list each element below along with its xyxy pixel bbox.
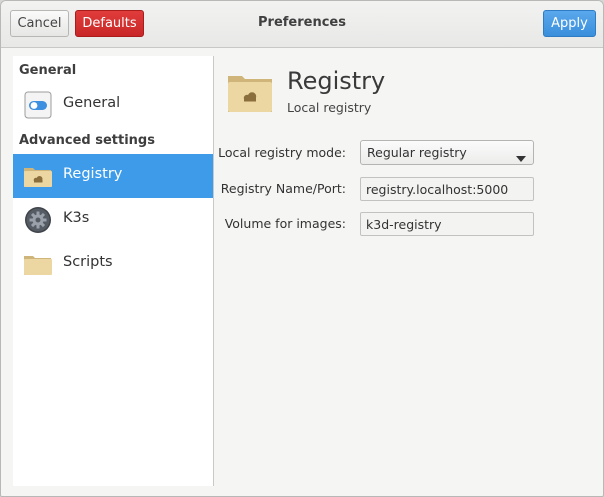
registry-name-port-input[interactable] xyxy=(360,177,534,201)
volume-for-images-input[interactable] xyxy=(360,212,534,236)
sidebar-item-label: General xyxy=(63,95,121,111)
sidebar-item-scripts[interactable]: Scripts xyxy=(13,242,213,286)
folder-icon xyxy=(23,249,53,279)
volume-for-images-label: Volume for images: xyxy=(224,216,346,231)
sidebar: General General Advanced settings Regist… xyxy=(13,56,214,486)
chevron-down-icon xyxy=(516,150,526,162)
sidebar-item-label: K3s xyxy=(63,210,90,226)
defaults-button[interactable]: Defaults xyxy=(75,10,144,37)
sidebar-section-advanced: Advanced settings xyxy=(19,133,155,148)
toggle-switch-icon xyxy=(23,90,53,120)
sidebar-item-registry[interactable]: Registry xyxy=(13,154,213,198)
apply-button[interactable]: Apply xyxy=(543,10,596,37)
sidebar-item-label: Registry xyxy=(63,166,123,182)
folder-cloud-icon xyxy=(23,161,53,191)
settings-panel: Registry Local registry Local registry m… xyxy=(214,56,592,486)
gear-icon xyxy=(23,205,53,235)
registry-mode-value: Regular registry xyxy=(367,145,467,160)
page-subtitle: Local registry xyxy=(287,100,372,115)
sidebar-item-label: Scripts xyxy=(63,254,113,270)
sidebar-section-general: General xyxy=(19,63,77,78)
sidebar-item-k3s[interactable]: K3s xyxy=(13,198,213,242)
registry-mode-dropdown[interactable]: Regular registry xyxy=(360,140,534,165)
cancel-button[interactable]: Cancel xyxy=(10,10,69,37)
preferences-window: Cancel Defaults Preferences Apply Genera… xyxy=(0,0,604,497)
sidebar-item-general[interactable]: General xyxy=(13,83,213,127)
registry-mode-label: Local registry mode: xyxy=(218,145,346,160)
page-title: Registry xyxy=(287,67,386,95)
registry-name-port-label: Registry Name/Port: xyxy=(220,181,346,196)
header-bar: Cancel Defaults Preferences Apply xyxy=(1,1,603,48)
folder-cloud-icon xyxy=(227,73,273,113)
window-title: Preferences xyxy=(258,15,346,30)
